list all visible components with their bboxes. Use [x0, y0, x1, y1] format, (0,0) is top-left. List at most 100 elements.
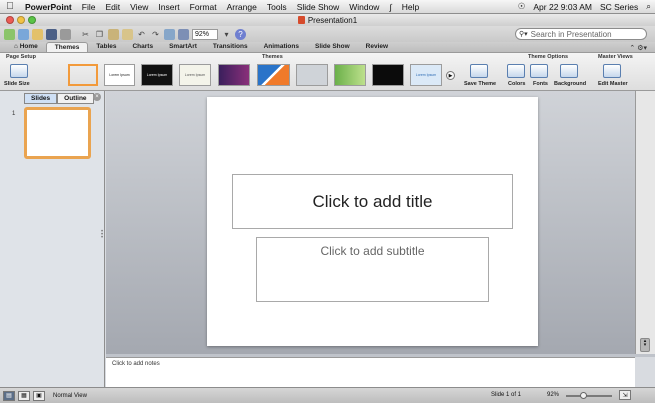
zoom-window-icon[interactable] [28, 16, 36, 24]
slide-size-button[interactable]: Slide Size [4, 81, 30, 87]
tab-themes[interactable]: Themes [45, 42, 89, 52]
more-themes-icon[interactable]: ▶ [446, 71, 455, 80]
undo-icon[interactable]: ↶ [136, 29, 147, 40]
zoom-dropdown-icon[interactable]: ▾ [221, 29, 232, 40]
theme-thumb-3[interactable]: Lorem Ipsum [141, 64, 173, 86]
menu-tools[interactable]: Tools [262, 2, 292, 12]
tab-charts[interactable]: Charts [124, 42, 161, 52]
tab-smartart[interactable]: SmartArt [161, 42, 205, 52]
colors-button[interactable]: Colors [508, 81, 525, 87]
script-menu-icon[interactable]: ∫ [384, 2, 396, 12]
pane-splitter-handle[interactable]: • • • [101, 229, 103, 241]
slide-size-icon[interactable] [10, 64, 28, 78]
menu-format[interactable]: Format [185, 2, 222, 12]
search-placeholder: Search in Presentation [530, 29, 612, 39]
spotlight-icon[interactable]: ⌕ [642, 1, 655, 12]
tab-home-label: Home [19, 43, 38, 50]
gallery-icon[interactable] [178, 28, 189, 40]
zoom-combo[interactable]: 92% [192, 28, 218, 40]
fonts-button[interactable]: Fonts [533, 81, 548, 87]
menu-app-name[interactable]: PowerPoint [20, 2, 77, 12]
insert-picture-icon[interactable] [164, 28, 175, 40]
templates-icon[interactable] [18, 28, 29, 40]
tab-tables[interactable]: Tables [88, 42, 124, 52]
menu-insert[interactable]: Insert [153, 2, 184, 12]
notes-pane[interactable]: Click to add notes [106, 357, 635, 387]
save-theme-icon[interactable] [470, 64, 488, 78]
theme-thumb-8[interactable] [334, 64, 366, 86]
theme-thumb-1[interactable] [68, 64, 98, 86]
edit-master-icon[interactable] [603, 64, 621, 78]
theme-thumb-9[interactable] [372, 64, 404, 86]
scroll-arrows-icon[interactable]: ▴ ▾ [640, 338, 650, 352]
save-theme-button[interactable]: Save Theme [464, 81, 496, 87]
tab-review[interactable]: Review [358, 42, 396, 52]
slide-thumbnail[interactable] [24, 107, 91, 159]
menu-edit[interactable]: Edit [100, 2, 125, 12]
theme-thumb-4-text: Lorem Ipsum [184, 73, 206, 77]
tab-home[interactable]: ⌂ Home [6, 42, 46, 52]
save-icon[interactable] [46, 28, 57, 40]
open-icon[interactable] [32, 28, 43, 40]
sync-icon[interactable]: ☉ [514, 1, 530, 12]
theme-thumb-10[interactable]: Lorem Ipsum [410, 64, 442, 86]
tab-slides[interactable]: Slides [24, 93, 58, 104]
theme-thumb-5[interactable] [218, 64, 250, 86]
zoom-slider[interactable] [566, 392, 612, 399]
copy-icon[interactable]: ❐ [94, 29, 105, 40]
slide-editor: Click to add title Click to add subtitle [106, 91, 635, 354]
paste-icon[interactable] [108, 28, 119, 40]
tab-slide-show[interactable]: Slide Show [307, 42, 358, 52]
edit-master-button[interactable]: Edit Master [598, 81, 628, 87]
screen:  PowerPoint File Edit View Insert Forma… [0, 0, 655, 413]
theme-thumb-6[interactable] [257, 64, 290, 86]
new-presentation-icon[interactable] [4, 28, 15, 40]
theme-thumb-2-text: Lorem Ipsum [109, 73, 130, 77]
format-painter-icon[interactable] [122, 28, 133, 40]
theme-thumb-2[interactable]: Lorem Ipsum [104, 64, 135, 86]
menu-file[interactable]: File [77, 2, 101, 12]
print-icon[interactable] [60, 28, 71, 40]
notes-placeholder: Click to add notes [112, 361, 160, 367]
ribbon-themes: Page Setup Slide Size Themes Lorem Ipsum… [0, 53, 655, 91]
background-button[interactable]: Background [554, 81, 586, 87]
vertical-scrollbar[interactable]: ▴ ▾ [635, 91, 655, 354]
help-icon[interactable]: ? [235, 28, 246, 40]
zoom-slider-thumb[interactable] [580, 392, 587, 399]
theme-thumb-7[interactable] [296, 64, 328, 86]
close-pane-icon[interactable]: × [93, 93, 101, 101]
colors-icon[interactable] [507, 64, 525, 78]
tab-animations[interactable]: Animations [256, 42, 307, 52]
menu-window[interactable]: Window [344, 2, 384, 12]
menu-help[interactable]: Help [397, 2, 424, 12]
theme-thumb-3-text: Lorem Ipsum [146, 73, 168, 77]
menu-arrange[interactable]: Arrange [222, 2, 262, 12]
title-placeholder[interactable]: Click to add title [232, 174, 513, 229]
subtitle-placeholder[interactable]: Click to add subtitle [256, 237, 489, 302]
pane-tabs: Slides Outline [24, 93, 94, 104]
ribbon-options-icon[interactable]: ⌃ ⚙▾ [629, 44, 655, 52]
slide-sorter-icon[interactable]: ▦ [18, 390, 30, 401]
slide-canvas[interactable]: Click to add title Click to add subtitle [207, 97, 538, 346]
menu-view[interactable]: View [125, 2, 153, 12]
normal-view-icon[interactable]: ▤ [3, 390, 15, 401]
fit-to-window-icon[interactable]: ⇲ [619, 390, 631, 400]
background-icon[interactable] [560, 64, 578, 78]
redo-icon[interactable]: ↷ [150, 29, 161, 40]
apple-menu-icon[interactable]:  [0, 1, 20, 12]
search-field[interactable]: ⚲▾ Search in Presentation [515, 28, 647, 40]
menu-user[interactable]: SC Series [596, 2, 642, 12]
tab-transitions[interactable]: Transitions [205, 42, 256, 52]
menu-clock[interactable]: Apr 22 9:03 AM [529, 2, 596, 12]
slides-pane: Slides Outline × 1 • • • [0, 91, 105, 387]
fonts-icon[interactable] [530, 64, 548, 78]
cut-icon[interactable]: ✂ [80, 29, 91, 40]
menu-bar:  PowerPoint File Edit View Insert Forma… [0, 0, 655, 14]
menu-slide-show[interactable]: Slide Show [292, 2, 345, 12]
slide-show-view-icon[interactable]: ▣ [33, 390, 45, 401]
zoom-value: 92% [547, 392, 560, 398]
close-window-icon[interactable] [6, 16, 14, 24]
tab-outline[interactable]: Outline [57, 93, 94, 104]
theme-thumb-4[interactable]: Lorem Ipsum [179, 64, 211, 86]
minimize-window-icon[interactable] [17, 16, 25, 24]
